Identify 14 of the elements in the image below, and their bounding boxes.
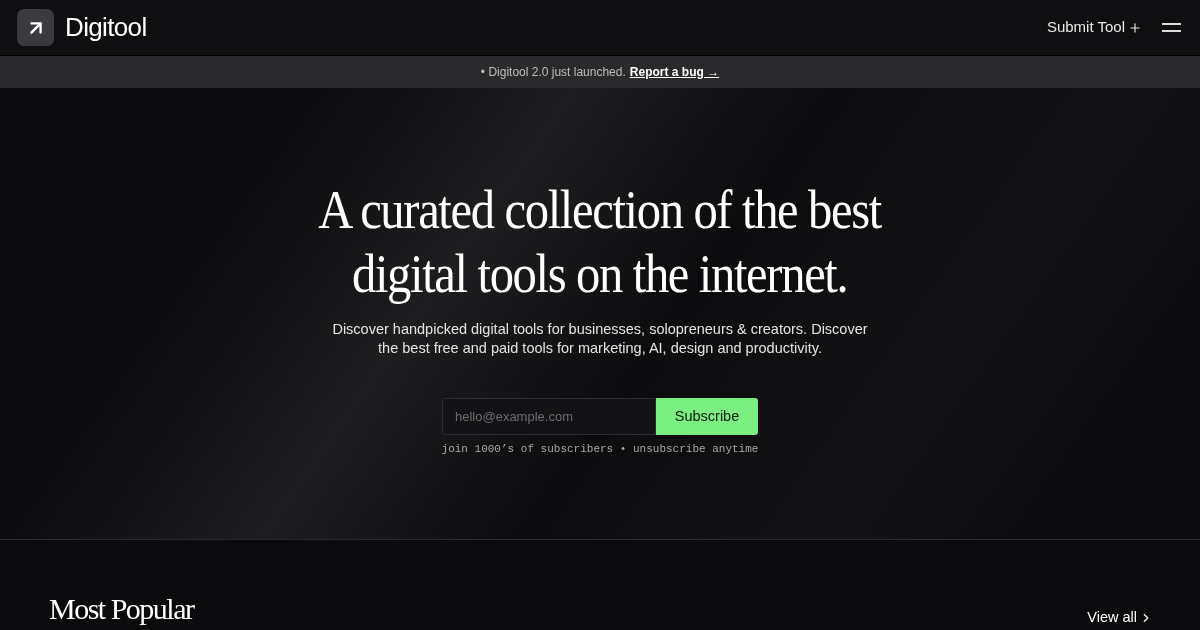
view-all-link[interactable]: View all [1087, 607, 1153, 629]
hero-description: Discover handpicked digital tools for businesses, solopreneurs & creators. Discover the best free and paid tools for marketing, AI, design and productivity. [332, 320, 868, 358]
email-field[interactable]: hello@example.com [442, 398, 656, 435]
logo-link[interactable]: Digitool [65, 8, 147, 47]
hero-title: A curated collection of the best digital tools on the internet. [318, 179, 882, 306]
subscribe-note: join 1000’s of subscribers • unsubscribe anytime [441, 442, 759, 457]
announcement-text: • Digitool 2.0 just launched. [480, 64, 626, 81]
plus-icon [1128, 20, 1142, 35]
arrow-up-right-icon[interactable] [17, 9, 54, 46]
submit-tool-link[interactable]: Submit Tool [1046, 16, 1142, 39]
section-title: Most Popular [49, 591, 194, 627]
menu-icon[interactable] [1162, 23, 1181, 32]
report-bug-link[interactable]: Report a bug → [629, 63, 720, 81]
subscribe-button[interactable]: Subscribe [656, 398, 758, 435]
